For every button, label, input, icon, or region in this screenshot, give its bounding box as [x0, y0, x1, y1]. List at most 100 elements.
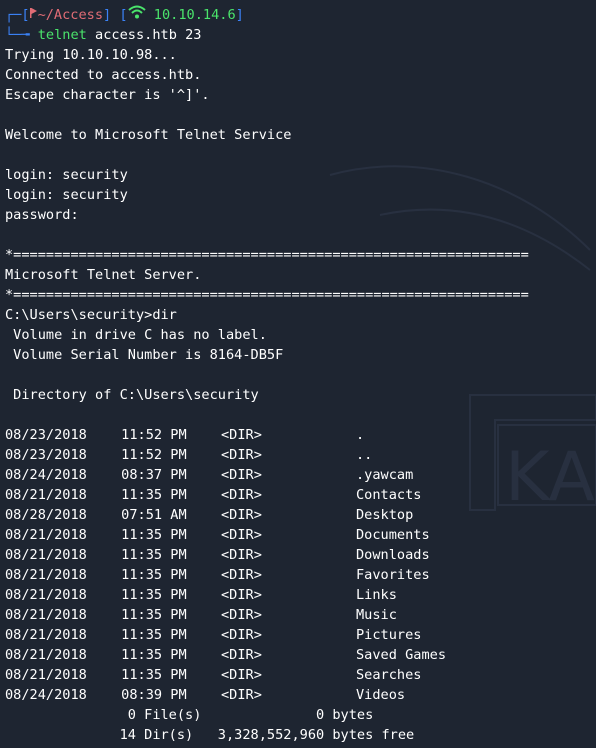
listing-name: . — [356, 427, 365, 443]
listing-name: Videos — [356, 687, 406, 703]
listing-name: Music — [356, 607, 397, 623]
listing-name: .. — [356, 447, 373, 463]
command-name: telnet — [37, 27, 87, 43]
listing-row: 08/23/2018 11:52 PM <DIR>.. — [5, 445, 556, 465]
summary-dirs: 14 Dir(s) 3,328,552,960 bytes free — [5, 727, 415, 743]
terminal-output: ┌─[ ~/Access] [ 10.10.14.6] └─╼ telnet ac… — [5, 5, 556, 745]
listing-date: 08/21/2018 — [5, 487, 87, 503]
listing-row: 08/21/2018 11:35 PM <DIR> Contacts — [5, 485, 556, 505]
listing-type: <DIR> — [221, 427, 262, 443]
listing-date: 08/21/2018 — [5, 527, 87, 543]
wifi-icon — [127, 5, 146, 25]
listing-name: .yawcam — [356, 467, 414, 483]
listing-time: 07:51 AM — [113, 507, 187, 523]
command-line: └─╼ telnet access.htb 23 — [5, 25, 556, 45]
listing-row: 08/21/2018 11:35 PM <DIR> Links — [5, 585, 556, 605]
listing-date: 08/21/2018 — [5, 607, 87, 623]
listing-row: 08/21/2018 11:35 PM <DIR> Favorites — [5, 565, 556, 585]
listing-time: 11:35 PM — [113, 547, 187, 563]
listing-type: <DIR> — [221, 507, 262, 523]
listing-row: 08/21/2018 11:35 PM <DIR> Downloads — [5, 545, 556, 565]
listing-name: Saved Games — [356, 647, 447, 663]
listing-name: Links — [356, 587, 397, 603]
output-volume: Volume in drive C has no label. — [5, 327, 267, 343]
prompt-path: ~/Access — [37, 7, 104, 23]
prompt-frame-top: ┌─[ — [5, 7, 30, 23]
listing-type: <DIR> — [221, 467, 262, 483]
summary-files: 0 File(s) 0 bytes — [5, 707, 374, 723]
separator-top: *=======================================… — [5, 247, 529, 263]
output-dir-command: C:\Users\security>dir — [5, 307, 177, 323]
listing-type: <DIR> — [221, 627, 262, 643]
flag-icon — [29, 5, 38, 25]
listing-row: 08/24/2018 08:39 PM <DIR> Videos — [5, 685, 556, 705]
prompt-ip: 10.10.14.6 — [153, 7, 236, 23]
listing-type: <DIR> — [221, 607, 262, 623]
listing-row: 08/23/2018 11:52 PM <DIR>. — [5, 425, 556, 445]
listing-date: 08/28/2018 — [5, 507, 87, 523]
listing-type: <DIR> — [221, 647, 262, 663]
listing-time: 11:35 PM — [113, 527, 187, 543]
output-login-1: login: security — [5, 167, 128, 183]
prompt-frame-end: ] — [235, 7, 244, 23]
listing-name: Desktop — [356, 507, 414, 523]
listing-row: 08/28/2018 07:51 AM <DIR> Desktop — [5, 505, 556, 525]
prompt-frame-bottom: └─╼ — [5, 27, 38, 43]
listing-time: 11:35 PM — [113, 607, 187, 623]
output-escape: Escape character is '^]'. — [5, 87, 210, 103]
output-welcome: Welcome to Microsoft Telnet Service — [5, 127, 292, 143]
listing-type: <DIR> — [221, 567, 262, 583]
output-trying: Trying 10.10.10.98... — [5, 47, 177, 63]
output-password: password: — [5, 207, 79, 223]
listing-name: Pictures — [356, 627, 422, 643]
output-directory-of: Directory of C:\Users\security — [5, 387, 259, 403]
listing-type: <DIR> — [221, 667, 262, 683]
listing-type: <DIR> — [221, 687, 262, 703]
listing-time: 11:35 PM — [113, 567, 187, 583]
listing-type: <DIR> — [221, 447, 262, 463]
listing-time: 11:35 PM — [113, 487, 187, 503]
listing-row: 08/21/2018 11:35 PM <DIR> Music — [5, 605, 556, 625]
listing-date: 08/24/2018 — [5, 687, 87, 703]
listing-date: 08/21/2018 — [5, 547, 87, 563]
command-args: access.htb 23 — [95, 27, 202, 43]
listing-date: 08/21/2018 — [5, 667, 87, 683]
listing-time: 11:52 PM — [113, 447, 187, 463]
listing-name: Searches — [356, 667, 422, 683]
listing-type: <DIR> — [221, 487, 262, 503]
listing-type: <DIR> — [221, 587, 262, 603]
separator-bottom: *=======================================… — [5, 287, 529, 303]
listing-date: 08/23/2018 — [5, 447, 87, 463]
listing-date: 08/21/2018 — [5, 567, 87, 583]
listing-time: 11:35 PM — [113, 627, 187, 643]
listing-date: 08/23/2018 — [5, 427, 87, 443]
listing-time: 11:52 PM — [113, 427, 187, 443]
listing-row: 08/24/2018 08:37 PM <DIR> .yawcam — [5, 465, 556, 485]
listing-row: 08/21/2018 11:35 PM <DIR> Searches — [5, 665, 556, 685]
listing-row: 08/21/2018 11:35 PM <DIR> Documents — [5, 525, 556, 545]
prompt-line: ┌─[ ~/Access] [ 10.10.14.6] — [5, 5, 556, 25]
directory-listing: 08/23/2018 11:52 PM <DIR>. 08/23/2018 11:5… — [5, 425, 556, 705]
listing-time: 08:39 PM — [113, 687, 187, 703]
listing-type: <DIR> — [221, 527, 262, 543]
listing-time: 11:35 PM — [113, 647, 187, 663]
listing-date: 08/21/2018 — [5, 647, 87, 663]
listing-name: Downloads — [356, 547, 430, 563]
listing-type: <DIR> — [221, 547, 262, 563]
terminal-window[interactable]: KA ┌─[~/Access] [ 10.10.14.6] └─╼ telnet… — [0, 0, 596, 748]
listing-time: 11:35 PM — [113, 667, 187, 683]
listing-date: 08/24/2018 — [5, 467, 87, 483]
listing-row: 08/21/2018 11:35 PM <DIR> Saved Games — [5, 645, 556, 665]
output-connected: Connected to access.htb. — [5, 67, 202, 83]
listing-name: Favorites — [356, 567, 430, 583]
listing-time: 11:35 PM — [113, 587, 187, 603]
listing-date: 08/21/2018 — [5, 587, 87, 603]
prompt-frame-mid: ] [ — [103, 7, 128, 23]
listing-name: Contacts — [356, 487, 422, 503]
output-server: Microsoft Telnet Server. — [5, 267, 202, 283]
